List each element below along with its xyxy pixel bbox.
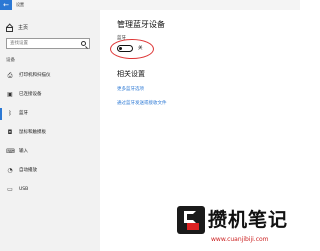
home-icon [6,24,14,32]
bluetooth-icon: ᛒ [8,109,12,117]
search-placeholder: 查找设置 [10,41,28,46]
sidebar-item-label: 输入 [19,148,28,154]
toggle-state-label: 关 [138,45,143,51]
sidebar-item-label: 已连接设备 [19,91,42,97]
sidebar-home[interactable]: 主页 [6,24,28,32]
sidebar-item-bluetooth[interactable]: ᛒ 蓝牙 [6,109,28,118]
sidebar-item-autoplay[interactable]: ◔ 自动播放 [6,166,37,175]
sidebar-item-printers[interactable]: ⎙ 打印机和扫描仪 [6,71,51,80]
sidebar-item-connected-devices[interactable]: ▣ 已连接设备 [6,90,42,99]
devices-icon: ▣ [7,90,13,98]
sidebar-item-label: 蓝牙 [19,110,28,116]
watermark: 攒机笔记 www.cuanjibiji.com [177,206,300,251]
search-icon[interactable] [81,41,86,46]
mouse-icon: ◘ [7,128,13,136]
page-title: 管理蓝牙设备 [117,20,165,29]
window-title: 设置 [16,2,24,7]
active-indicator [0,108,2,120]
sidebar-item-usb[interactable]: ▭ USB [6,185,28,194]
sidebar-item-input[interactable]: ⌨ 输入 [6,147,28,156]
sidebar-item-label: 打印机和扫描仪 [19,72,51,78]
autoplay-icon: ◔ [7,166,13,174]
home-label: 主页 [18,25,29,31]
section-label-devices: 设备 [6,58,15,63]
sidebar-item-mouse[interactable]: ◘ 鼠标和触摸板 [6,128,46,137]
sidebar-item-label: 自动播放 [19,167,37,173]
keyboard-icon: ⌨ [6,147,15,155]
send-receive-files-link[interactable]: 通过蓝牙发送或接收文件 [117,101,167,107]
watermark-text: 攒机笔记 [208,209,289,231]
watermark-url: www.cuanjibiji.com [211,236,269,243]
sidebar-item-label: 鼠标和触摸板 [19,129,46,135]
bluetooth-toggle[interactable]: 关 [117,45,143,52]
sidebar-item-label: USB [19,186,29,192]
toggle-knob [119,47,122,50]
watermark-logo-icon [177,206,205,234]
related-settings-title: 相关设置 [117,70,145,78]
title-bar: ← 设置 [0,0,300,10]
usb-icon: ▭ [7,185,13,193]
search-input[interactable]: 查找设置 [6,38,90,49]
back-arrow-icon: ← [3,1,9,9]
more-bluetooth-options-link[interactable]: 更多蓝牙选项 [117,87,144,93]
toggle-switch[interactable] [117,45,133,52]
back-button[interactable]: ← [0,0,12,10]
printer-icon: ⎙ [7,71,13,79]
